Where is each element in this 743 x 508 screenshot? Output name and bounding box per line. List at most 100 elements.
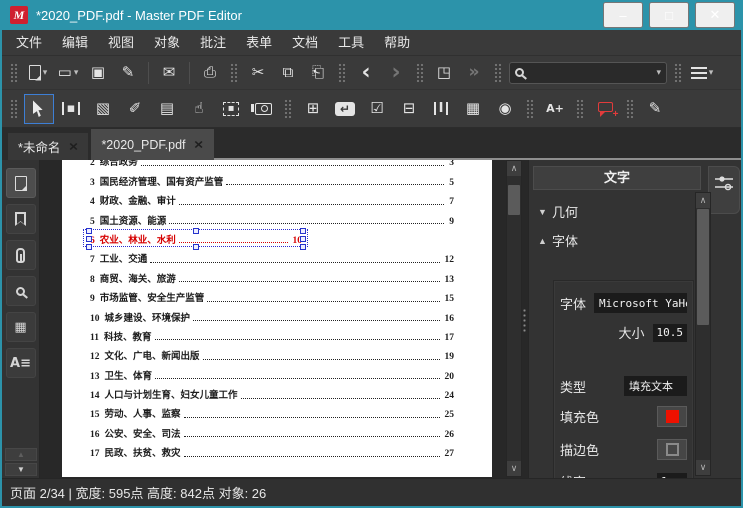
add-text-annotation-button[interactable]: A+ [540,94,570,124]
font-family-select[interactable]: Microsoft YaHei [594,293,687,313]
sidebar-search-panel-button[interactable] [5,276,36,306]
scroll-down-icon[interactable]: ∨ [696,460,710,475]
properties-tab[interactable] [708,166,740,214]
section-geometry[interactable]: 几何 [538,202,695,221]
section-font[interactable]: 字体 [538,231,695,250]
sidebar-forms-panel-button[interactable]: A≡ [5,348,36,378]
minimize-button[interactable]: – [603,2,643,28]
stroke-color-button[interactable] [657,439,687,460]
main-menu-button[interactable]: ▾ [688,59,716,87]
edit-text-tool-button[interactable]: ▪ [56,94,86,124]
edit-path-tool-button[interactable]: ✐ [120,94,150,124]
toolbar-drag-handle[interactable] [284,98,292,119]
save-button[interactable]: ▣ [84,59,112,87]
tab-close-icon[interactable] [68,140,78,153]
next-view-button[interactable]: » [460,59,488,87]
forward-button[interactable]: › [382,59,410,87]
sidebar-bookmarks-panel-button[interactable] [5,204,36,234]
toolbar-drag-handle[interactable] [526,98,534,119]
sidebar-pages-panel-button[interactable] [5,168,36,198]
scrollbar-thumb[interactable] [508,185,520,215]
toc-row-7[interactable]: 7 工业、交通 12 [90,246,454,265]
snapshot-tool-button[interactable] [248,94,278,124]
panel-scrollbar[interactable]: ∧ ∨ [695,192,711,476]
highlight-tool-button[interactable]: ✎ [640,94,670,124]
menu-item-8[interactable]: 帮助 [374,30,420,56]
selection-handle-br[interactable] [300,243,306,250]
document-tab-1[interactable]: *2020_PDF.pdf [91,129,214,160]
toc-row-5[interactable]: 5 国土资源、能源 9 [90,207,454,227]
print-button[interactable]: ⎙ [196,59,224,87]
selection-handle-bl[interactable] [86,243,92,250]
toolbar-drag-handle[interactable] [626,98,634,119]
menu-item-7[interactable]: 工具 [328,30,374,56]
document-scrollbar[interactable]: ∧ ∨ [506,160,522,477]
hand-tool-button[interactable]: ☝ [184,94,214,124]
combobox-field-button[interactable]: ⊟ [394,94,424,124]
add-node-tool-button[interactable]: ⊞ [298,94,328,124]
menu-item-2[interactable]: 视图 [98,30,144,56]
toc-row-17[interactable]: 17 民政、扶贫、救灾 27 [90,440,454,459]
back-button[interactable]: ‹ [352,59,380,87]
toc-row-6[interactable]: 6 农业、林业、水利 10 [83,227,454,250]
menu-item-4[interactable]: 批注 [190,30,236,56]
sidebar-attachments-panel-button[interactable] [5,240,36,270]
scroll-up-icon[interactable]: ∧ [696,193,710,208]
toolbar-drag-handle[interactable] [338,62,346,83]
radio-field-button[interactable]: ◉ [490,94,520,124]
search-input[interactable] [528,64,651,81]
toc-row-8[interactable]: 8 商贸、海关、旅游 13 [90,265,454,285]
line-width-input[interactable]: 1 [657,472,687,478]
toc-row-15[interactable]: 15 劳动、人事、监察 25 [90,401,454,420]
new-document-button[interactable]: ▾ [24,59,52,87]
enter-key-field-button[interactable]: ↵ [330,94,360,124]
scrollbar-thumb[interactable] [697,209,709,325]
toolbar-drag-handle[interactable] [10,62,18,83]
toolbar-drag-handle[interactable] [230,62,238,83]
tab-close-icon[interactable] [194,138,204,151]
text-type-select[interactable]: 填充文本 [624,376,687,396]
sidebar-scroll-down-icon[interactable]: ▼ [5,463,37,476]
cut-button[interactable]: ✂ [244,59,272,87]
toc-row-2[interactable]: 2 综合政务 3 [90,160,454,168]
selection-handle-bm[interactable] [193,243,199,250]
copy-button[interactable]: ⧉ [274,59,302,87]
email-button[interactable]: ✉ [155,59,183,87]
scroll-down-icon[interactable]: ∨ [507,461,521,476]
sidebar-layers-panel-button[interactable]: ▦ [5,312,36,342]
selection-handle-mr[interactable] [300,235,306,242]
toc-row-13[interactable]: 13 卫生、体育 20 [90,362,454,382]
toc-row-3[interactable]: 3 国民经济管理、国有资产监管 5 [90,168,454,188]
edit-forms-tool-button[interactable]: ▤ [152,94,182,124]
selection-handle-tm[interactable] [193,227,199,234]
close-button[interactable]: ✕ [695,2,735,28]
menu-item-0[interactable]: 文件 [6,30,52,56]
menu-item-1[interactable]: 编辑 [52,30,98,56]
document-tab-0[interactable]: *未命名 [8,133,89,160]
listbox-field-button[interactable]: ▦ [458,94,488,124]
select-tool-button[interactable] [24,93,54,124]
toc-row-10[interactable]: 10 城乡建设、环境保护 16 [90,304,454,324]
toc-row-4[interactable]: 4 财政、金融、审计 7 [90,188,454,207]
toc-row-12[interactable]: 12 文化、广电、新闻出版 19 [90,343,454,362]
toc-row-14[interactable]: 14 人口与计划生育、妇女儿童工作 24 [90,382,454,401]
font-size-input[interactable]: 10.5 [652,323,687,342]
toolbar-drag-handle[interactable] [10,98,18,119]
menu-item-5[interactable]: 表单 [236,30,282,56]
text-field-button[interactable]: I [426,94,456,124]
fill-color-button[interactable] [657,406,687,427]
selected-text-object[interactable]: 6 农业、林业、水利 10 [83,227,308,250]
toolbar-drag-handle[interactable] [576,98,584,119]
open-document-button[interactable]: ▭ ▾ [54,59,82,87]
toolbar-drag-handle[interactable] [416,62,424,83]
maximize-button[interactable]: □ [649,2,689,28]
toolbar-drag-handle[interactable] [674,62,682,83]
toc-row-9[interactable]: 9 市场监管、安全生产监管 15 [90,285,454,304]
menu-item-6[interactable]: 文档 [282,30,328,56]
menu-item-3[interactable]: 对象 [144,30,190,56]
checkbox-field-button[interactable]: ☑ [362,94,392,124]
selection-handle-tr[interactable] [300,227,306,234]
select-area-tool-button[interactable]: ▪ [216,94,246,124]
sticky-note-tool-button[interactable] [590,94,620,124]
sidebar-scroll-up-icon[interactable]: ▲ [5,448,37,461]
